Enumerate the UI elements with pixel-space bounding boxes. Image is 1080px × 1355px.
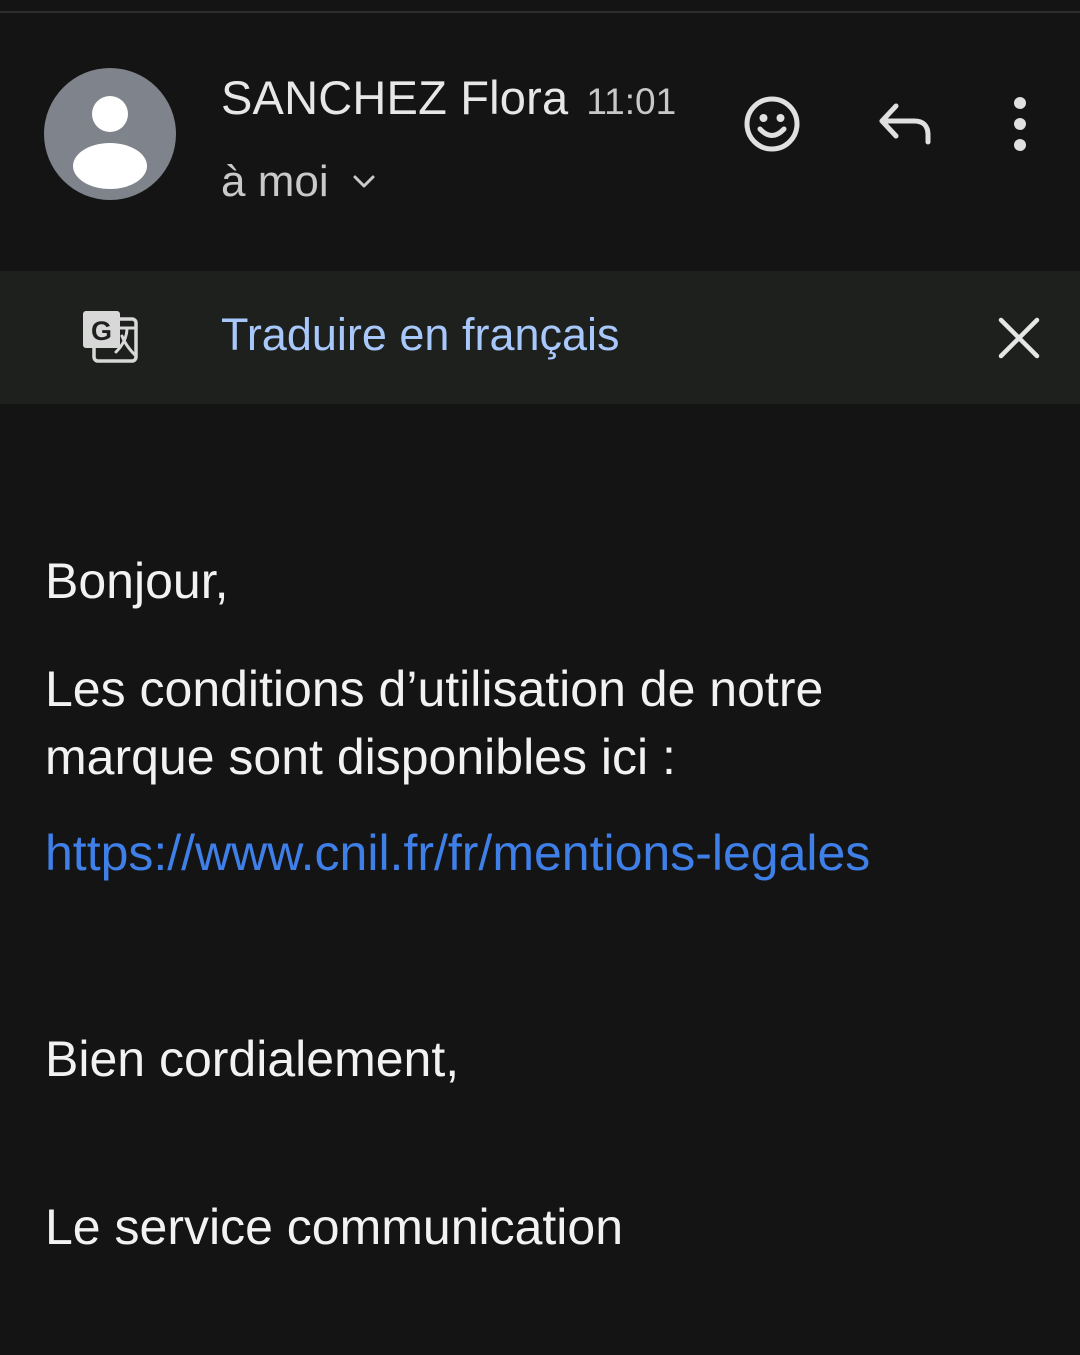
person-icon <box>73 96 147 189</box>
sender-avatar[interactable] <box>44 68 176 200</box>
add-reaction-button[interactable] <box>738 90 806 158</box>
reply-icon <box>879 103 931 145</box>
message-closing: Bien cordialement, <box>45 1031 460 1087</box>
reply-button[interactable] <box>870 94 940 154</box>
close-icon <box>998 317 1040 359</box>
message-link[interactable]: https://www.cnil.fr/fr/mentions-legales <box>45 824 870 882</box>
message-paragraph: Les conditions d’utilisation de notre ma… <box>45 661 824 785</box>
recipient-details-toggle[interactable]: à moi <box>221 152 377 212</box>
sender-row: SANCHEZ Flora 11:01 <box>221 70 676 130</box>
sender-name[interactable]: SANCHEZ Flora <box>221 70 568 125</box>
recipient-label: à moi <box>221 157 329 206</box>
top-divider <box>0 11 1080 13</box>
message-greeting: Bonjour, <box>45 553 229 609</box>
translate-banner: G Traduire en français <box>0 271 1080 404</box>
message-signature: Le service communication <box>45 1199 624 1255</box>
emoji-reaction-icon <box>744 96 800 152</box>
message-time: 11:01 <box>586 81 677 122</box>
more-options-button[interactable] <box>1000 92 1040 156</box>
more-vert-icon <box>1014 97 1026 151</box>
svg-text:G: G <box>91 316 112 346</box>
translate-link[interactable]: Traduire en français <box>221 309 620 361</box>
email-view: SANCHEZ Flora 11:01 à moi G Traduire en … <box>0 0 1080 1355</box>
chevron-down-icon <box>351 169 377 195</box>
close-translate-button[interactable] <box>996 315 1042 361</box>
google-translate-icon: G <box>80 308 140 368</box>
